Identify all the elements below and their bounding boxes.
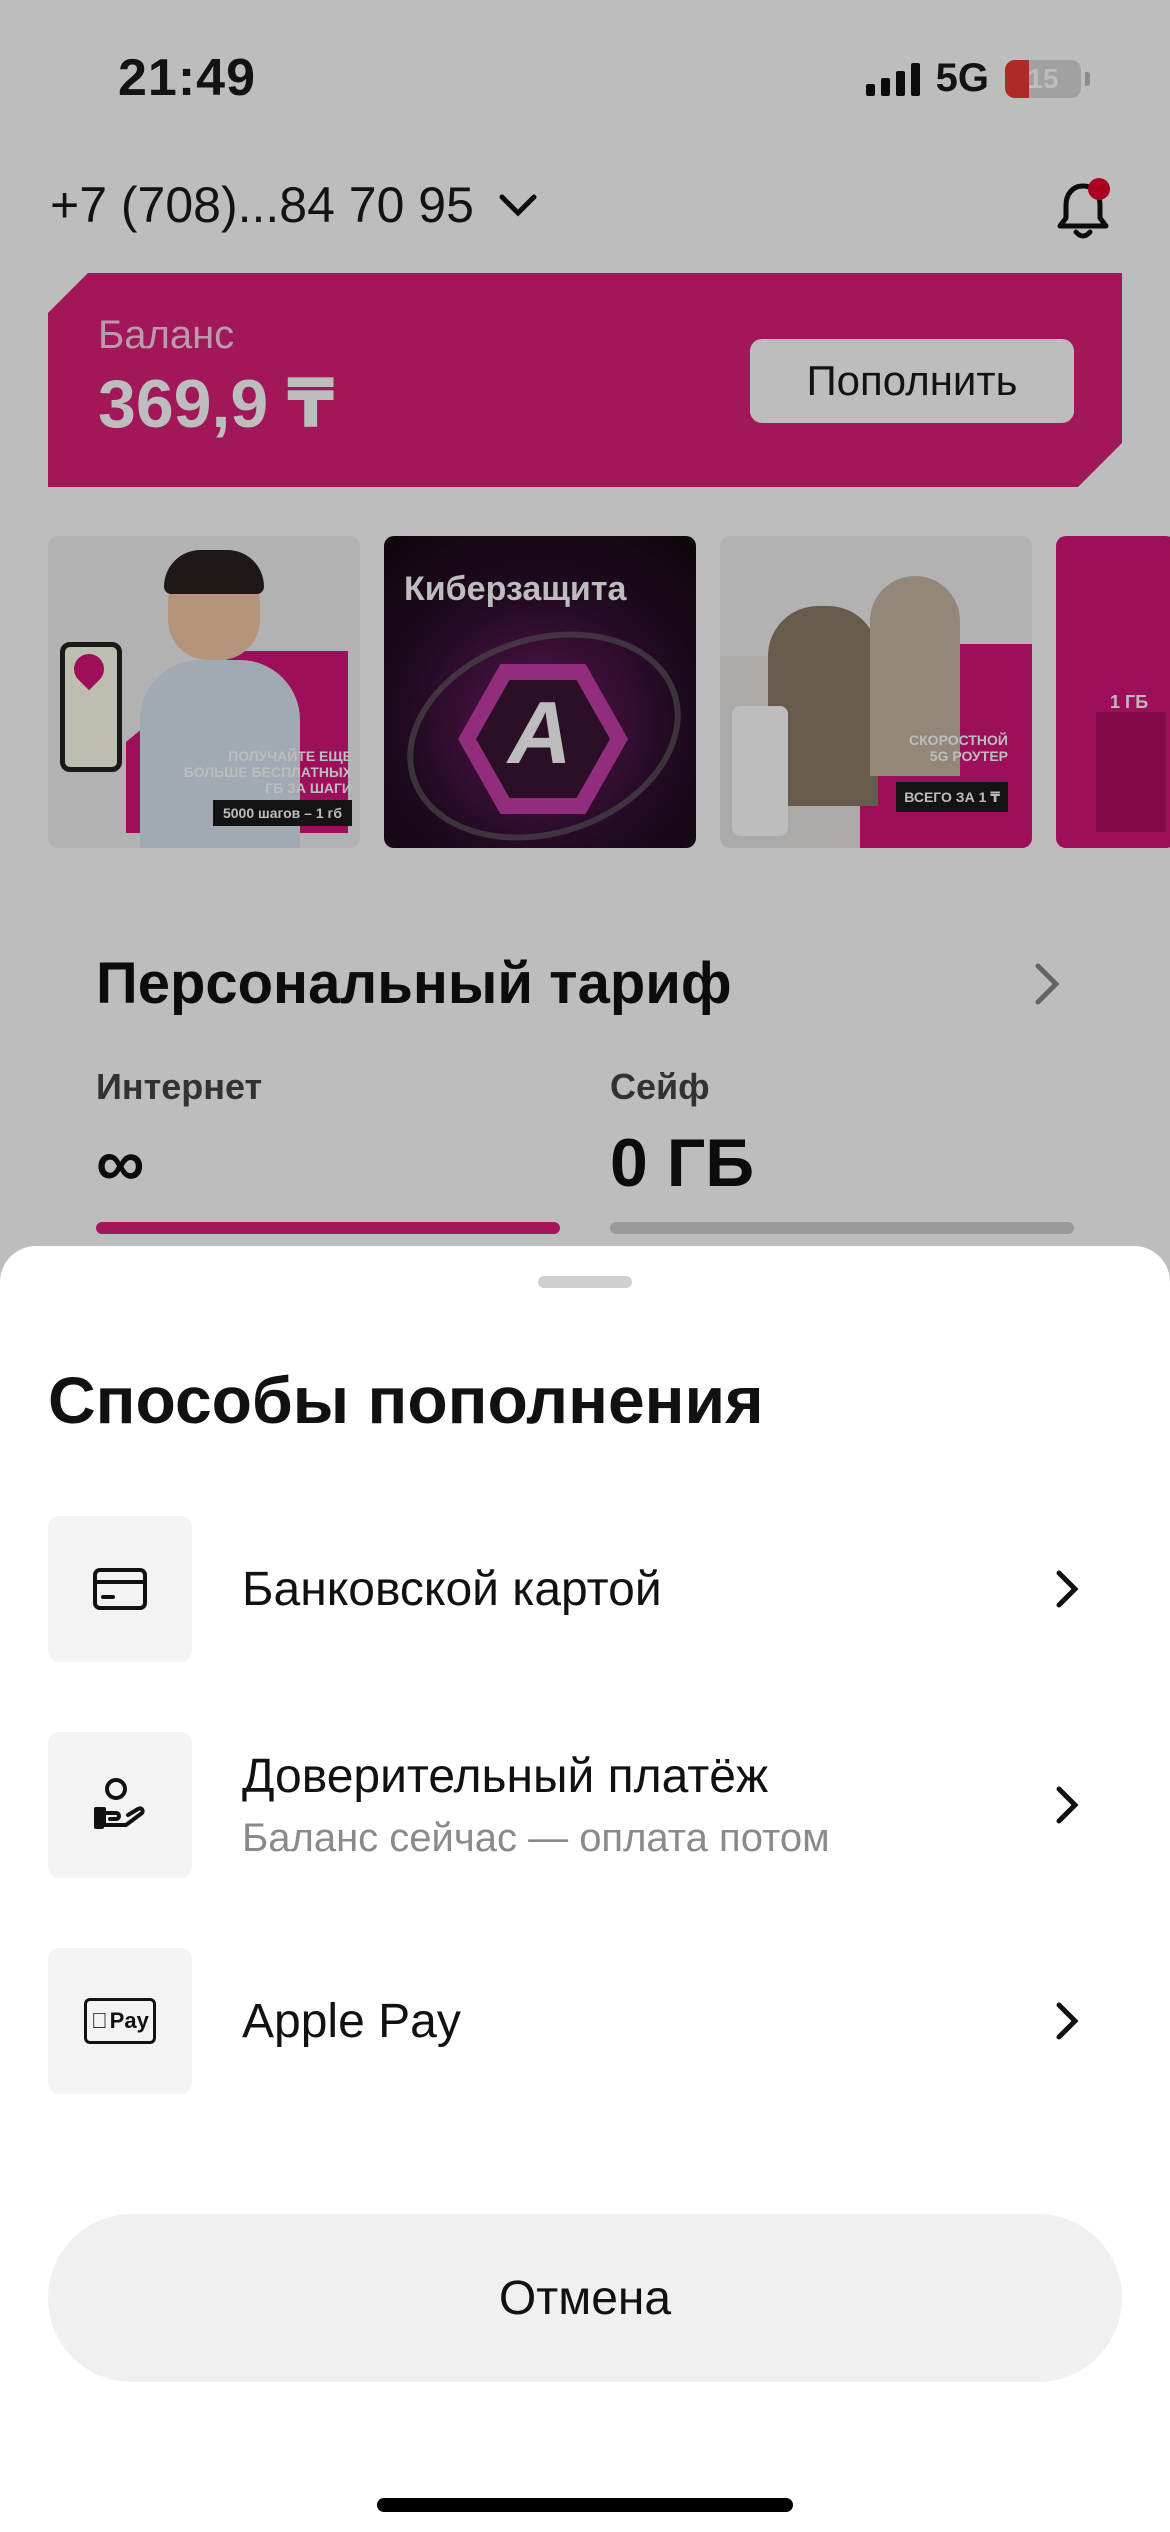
card-icon [93,1568,147,1610]
option-trust-payment[interactable]: Доверительный платёж Баланс сейчас — опл… [48,1732,1122,1878]
option-label: Apple Pay [242,1994,461,2048]
apple-pay-icon: Pay [84,1998,156,2044]
sheet-title: Способы пополнения [48,1363,764,1437]
apple-pay-badge-text: Pay [101,2008,149,2033]
home-indicator [377,2498,793,2512]
hand-person-icon [94,1778,145,1829]
option-label: Банковской картой [242,1562,662,1616]
sheet-grabber[interactable] [538,1276,632,1288]
cancel-button[interactable]: Отмена [48,2214,1122,2382]
option-sublabel: Баланс сейчас — оплата потом [242,1816,830,1860]
option-label: Доверительный платёж [242,1750,769,1803]
chevron-right-icon [1056,2002,1079,2040]
topup-methods-sheet: Способы пополнения Банковской картой Дов… [0,1246,1170,2532]
option-apple-pay[interactable]: Pay Apple Pay [48,1948,1122,2094]
option-bank-card[interactable]: Банковской картой [48,1516,1122,1662]
chevron-right-icon [1056,1570,1079,1608]
chevron-right-icon [1056,1786,1079,1824]
